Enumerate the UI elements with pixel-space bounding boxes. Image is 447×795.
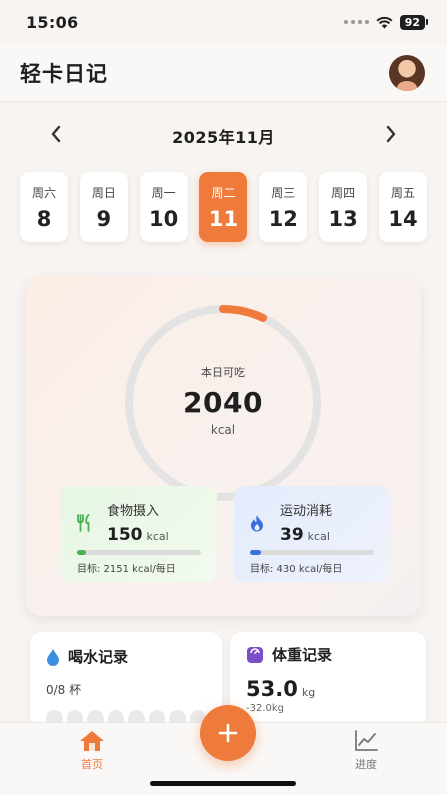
food-intake-unit: kcal — [146, 530, 169, 543]
week-day-strip: 周六 8 周日 9 周一 10 周二 11 周三 12 周四 13 周五 14 — [20, 172, 427, 244]
day-weekday: 周四 — [331, 185, 356, 200]
day-item[interactable]: 周三 12 — [259, 172, 308, 242]
home-icon — [80, 731, 104, 751]
status-indicators: 92 — [343, 14, 429, 30]
tab-home-label: 首页 — [81, 758, 103, 771]
battery-icon: 92 — [399, 14, 429, 30]
day-weekday: 周二 — [211, 185, 236, 200]
tab-home[interactable]: 首页 — [62, 729, 122, 772]
food-goal: 目标: 2151 kcal/每日 — [77, 564, 176, 575]
remaining-unit: kcal — [210, 422, 236, 437]
day-item[interactable]: 周日 9 — [79, 172, 128, 242]
exercise-burn-label: 运动消耗 — [280, 504, 333, 519]
tab-progress[interactable]: 进度 — [336, 729, 396, 772]
exercise-burn-card[interactable]: 运动消耗 39 kcal 目标: 430 kcal/每日 — [234, 486, 390, 582]
day-weekday: 周五 — [390, 185, 415, 200]
status-time: 15:06 — [26, 12, 79, 32]
burn-goal: 目标: 430 kcal/每日 — [250, 564, 343, 575]
calorie-summary-card: 本日可吃 2040 kcal 食物摄入 150 kcal 目标: 2151 kca… — [26, 276, 421, 616]
home-indicator — [150, 781, 296, 786]
day-date: 12 — [268, 206, 298, 231]
day-date: 9 — [96, 206, 112, 231]
add-record-button[interactable] — [200, 705, 256, 761]
remaining-label: 本日可吃 — [201, 365, 245, 379]
day-date: 10 — [149, 206, 179, 231]
water-record-card[interactable]: 喝水记录 0/8 杯 — [30, 632, 222, 728]
water-drop-icon — [47, 648, 59, 666]
fork-knife-icon — [73, 512, 95, 534]
weight-change: -32.0kg — [246, 703, 285, 714]
next-month-button[interactable] — [379, 124, 403, 149]
burn-progress-fill — [250, 550, 262, 555]
plus-icon — [218, 723, 238, 743]
day-weekday: 周六 — [31, 185, 56, 200]
day-weekday: 周一 — [151, 185, 176, 200]
tab-progress-label: 进度 — [355, 758, 377, 771]
day-date: 14 — [388, 206, 418, 231]
flame-icon — [246, 512, 268, 534]
weight-unit: kg — [301, 686, 316, 699]
day-item-selected[interactable]: 周二 11 — [199, 172, 248, 242]
day-weekday: 周三 — [271, 185, 296, 200]
exercise-burn-value: 39 — [280, 525, 304, 545]
food-progress-fill — [77, 550, 86, 555]
trend-chart-icon — [355, 730, 378, 751]
exercise-burn-unit: kcal — [307, 530, 330, 543]
app-title: 轻卡日记 — [20, 61, 108, 86]
day-date: 8 — [36, 206, 52, 231]
chevron-right-icon — [386, 125, 396, 142]
calorie-ring: 本日可吃 2040 kcal — [122, 302, 324, 504]
day-item[interactable]: 周五 14 — [378, 172, 427, 242]
water-count: 0/8 杯 — [46, 683, 82, 697]
burn-progress-bar — [250, 550, 374, 555]
status-bar: 15:06 92 — [0, 0, 447, 44]
food-intake-value: 150 — [107, 525, 143, 545]
avatar[interactable] — [389, 54, 425, 91]
day-date: 13 — [328, 206, 358, 231]
water-title: 喝水记录 — [68, 648, 129, 666]
day-item[interactable]: 周六 8 — [20, 172, 68, 242]
day-weekday: 周日 — [91, 185, 116, 200]
food-progress-bar — [77, 550, 201, 555]
day-item[interactable]: 周四 13 — [319, 172, 368, 242]
weight-record-card[interactable]: 体重记录 53.0 kg -32.0kg — [230, 632, 426, 728]
app-header: 轻卡日记 — [0, 44, 447, 102]
day-date: 11 — [208, 206, 239, 231]
month-label: 2025年11月 — [172, 128, 275, 147]
scale-icon — [247, 646, 263, 663]
month-navigator: 2025年11月 — [0, 116, 447, 156]
food-intake-card[interactable]: 食物摄入 150 kcal 目标: 2151 kcal/每日 — [61, 486, 217, 582]
wifi-icon — [376, 16, 393, 28]
cellular-signal-icon — [343, 20, 369, 24]
weight-value: 53.0 — [246, 677, 298, 701]
day-item[interactable]: 周一 10 — [139, 172, 188, 242]
food-intake-label: 食物摄入 — [107, 504, 160, 519]
weight-title: 体重记录 — [272, 646, 333, 664]
remaining-value: 2040 — [183, 385, 263, 419]
chevron-left-icon — [51, 125, 61, 142]
prev-month-button[interactable] — [44, 124, 68, 149]
